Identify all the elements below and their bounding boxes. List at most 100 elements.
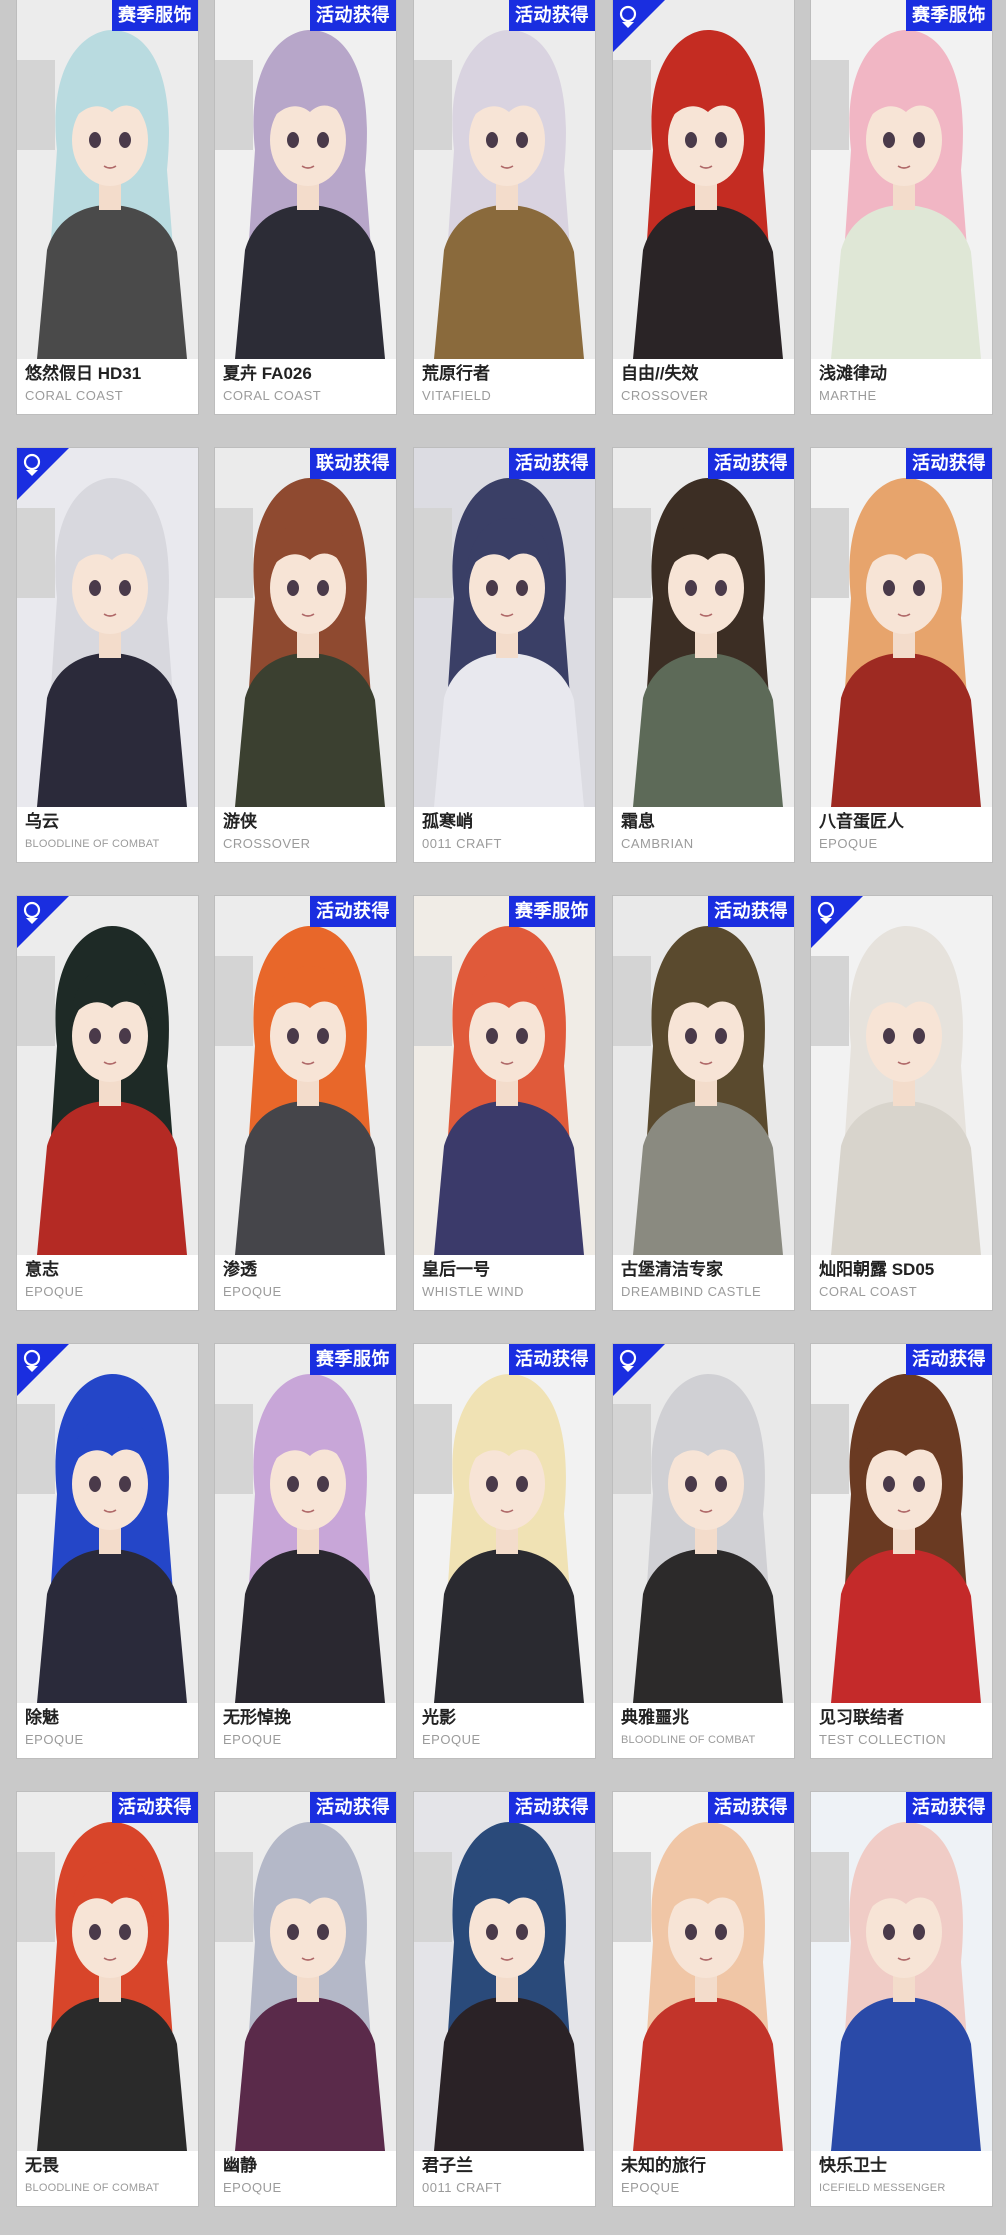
- character-portrait: [613, 0, 794, 359]
- character-portrait: [414, 1344, 595, 1703]
- character-portrait: [414, 896, 595, 1255]
- skin-card[interactable]: 活动获得快乐卫士 ICEFIELD MESSENGER: [811, 1792, 992, 2206]
- skin-name: 皇后一号: [422, 1260, 490, 1279]
- skin-card[interactable]: 活动获得 霜息 CAMBRIAN: [613, 448, 794, 862]
- skin-collection: EPOQUE: [25, 1732, 84, 1747]
- rarity-corner-icon: [811, 896, 863, 948]
- skin-collection: EPOQUE: [422, 1732, 481, 1747]
- skin-card[interactable]: 活动获得 见习联结者 TEST COLLECTION: [811, 1344, 992, 1758]
- skin-card[interactable]: 自由//失效 CROSSOVER: [613, 0, 794, 414]
- acquisition-badge: 活动获得: [906, 1344, 992, 1375]
- skin-name: 孤寒峭: [422, 812, 473, 831]
- skin-collection: BLOODLINE OF COMBAT: [25, 838, 160, 850]
- acquisition-badge: 活动获得: [509, 1792, 595, 1823]
- skin-collection: ICEFIELD MESSENGER: [819, 2182, 946, 2194]
- skin-card[interactable]: 活动获得渗透 EPOQUE: [215, 896, 396, 1310]
- acquisition-badge: 活动获得: [310, 1792, 396, 1823]
- character-portrait: [811, 896, 992, 1255]
- skin-card[interactable]: 活动获得光影 EPOQUE: [414, 1344, 595, 1758]
- character-portrait: [613, 896, 794, 1255]
- skin-card[interactable]: 典雅噩兆 BLOODLINE OF COMBAT: [613, 1344, 794, 1758]
- skin-card[interactable]: 赛季服饰 皇后一号 WHISTLE WIND: [414, 896, 595, 1310]
- acquisition-badge: 赛季服饰: [310, 1344, 396, 1375]
- skin-name: 快乐卫士: [819, 2156, 887, 2175]
- acquisition-badge: 联动获得: [310, 448, 396, 479]
- skin-collection: EPOQUE: [819, 836, 878, 851]
- character-portrait: [414, 448, 595, 807]
- skin-card[interactable]: 赛季服饰无形悼挽 EPOQUE: [215, 1344, 396, 1758]
- skin-name: 典雅噩兆: [621, 1708, 689, 1727]
- skin-collection: EPOQUE: [223, 1284, 282, 1299]
- skin-card[interactable]: 活动获得孤寒峭 0011 CRAFT: [414, 448, 595, 862]
- acquisition-badge: 活动获得: [310, 896, 396, 927]
- character-portrait: [613, 1344, 794, 1703]
- character-portrait: [811, 1792, 992, 2151]
- skin-collection: 0011 CRAFT: [422, 836, 502, 851]
- character-portrait: [613, 1792, 794, 2151]
- character-portrait: [215, 1792, 396, 2151]
- skin-card[interactable]: 除魅 EPOQUE: [17, 1344, 198, 1758]
- rarity-corner-icon: [17, 896, 69, 948]
- skin-name: 荒原行者: [422, 364, 490, 383]
- skin-collection: EPOQUE: [621, 2180, 680, 2195]
- rarity-corner-icon: [613, 0, 665, 52]
- skin-card[interactable]: 活动获得荒原行者 VITAFIELD: [414, 0, 595, 414]
- skin-name: 乌云: [25, 812, 59, 831]
- character-portrait: [215, 0, 396, 359]
- skin-name: 灿阳朝露 SD05: [819, 1260, 935, 1279]
- skin-collection: CORAL COAST: [223, 388, 322, 403]
- skin-card[interactable]: 活动获得 未知的旅行 EPOQUE: [613, 1792, 794, 2206]
- skin-name: 渗透: [223, 1260, 257, 1279]
- acquisition-badge: 活动获得: [509, 1344, 595, 1375]
- character-portrait: [811, 1344, 992, 1703]
- skin-card[interactable]: 活动获得无畏 BLOODLINE OF COMBAT: [17, 1792, 198, 2206]
- skin-name: 意志: [25, 1260, 59, 1279]
- acquisition-badge: 赛季服饰: [906, 0, 992, 31]
- skin-name: 无畏: [25, 2156, 59, 2175]
- skin-card[interactable]: 活动获得 八音蛋匠人 EPOQUE: [811, 448, 992, 862]
- character-portrait: [17, 896, 198, 1255]
- character-portrait: [414, 0, 595, 359]
- rarity-corner-icon: [613, 1344, 665, 1396]
- acquisition-badge: 赛季服饰: [112, 0, 198, 31]
- skin-card[interactable]: 活动获得 古堡清洁专家 DREAMBIND CASTLE: [613, 896, 794, 1310]
- acquisition-badge: 赛季服饰: [509, 896, 595, 927]
- acquisition-badge: 活动获得: [906, 1792, 992, 1823]
- character-portrait: [17, 0, 198, 359]
- rarity-corner-icon: [17, 1344, 69, 1396]
- character-portrait: [17, 1792, 198, 2151]
- skin-card[interactable]: 活动获得 夏卉 FA026 CORAL COAST: [215, 0, 396, 414]
- skin-card[interactable]: 意志 EPOQUE: [17, 896, 198, 1310]
- skin-card[interactable]: 赛季服饰 悠然假日 HD31 CORAL COAST: [17, 0, 198, 414]
- skin-card[interactable]: 活动获得幽静 EPOQUE: [215, 1792, 396, 2206]
- skin-collection: BLOODLINE OF COMBAT: [25, 2182, 160, 2194]
- character-portrait: [215, 896, 396, 1255]
- skin-name: 幽静: [223, 2156, 257, 2175]
- acquisition-badge: 活动获得: [509, 448, 595, 479]
- skin-card[interactable]: 灿阳朝露 SD05 CORAL COAST: [811, 896, 992, 1310]
- character-portrait: [17, 448, 198, 807]
- character-portrait: [414, 1792, 595, 2151]
- skin-collection: EPOQUE: [223, 1732, 282, 1747]
- acquisition-badge: 活动获得: [708, 448, 794, 479]
- character-portrait: [811, 0, 992, 359]
- skin-name: 无形悼挽: [223, 1708, 291, 1727]
- skin-collection: CROSSOVER: [223, 836, 311, 851]
- skin-card[interactable]: 联动获得 游侠 CROSSOVER: [215, 448, 396, 862]
- skin-collection: CROSSOVER: [621, 388, 709, 403]
- skin-name: 八音蛋匠人: [819, 812, 904, 831]
- acquisition-badge: 活动获得: [310, 0, 396, 31]
- skin-name: 未知的旅行: [621, 2156, 706, 2175]
- acquisition-badge: 活动获得: [509, 0, 595, 31]
- skin-name: 光影: [422, 1708, 456, 1727]
- skin-name: 霜息: [621, 812, 655, 831]
- character-portrait: [17, 1344, 198, 1703]
- skin-card[interactable]: 乌云 BLOODLINE OF COMBAT: [17, 448, 198, 862]
- skin-card[interactable]: 活动获得 君子兰 0011 CRAFT: [414, 1792, 595, 2206]
- skin-collection: BLOODLINE OF COMBAT: [621, 1734, 756, 1746]
- skin-collection: EPOQUE: [223, 2180, 282, 2195]
- rarity-corner-icon: [17, 448, 69, 500]
- acquisition-badge: 活动获得: [112, 1792, 198, 1823]
- skin-collection: VITAFIELD: [422, 388, 492, 403]
- skin-card[interactable]: 赛季服饰 浅滩律动 MARTHE: [811, 0, 992, 414]
